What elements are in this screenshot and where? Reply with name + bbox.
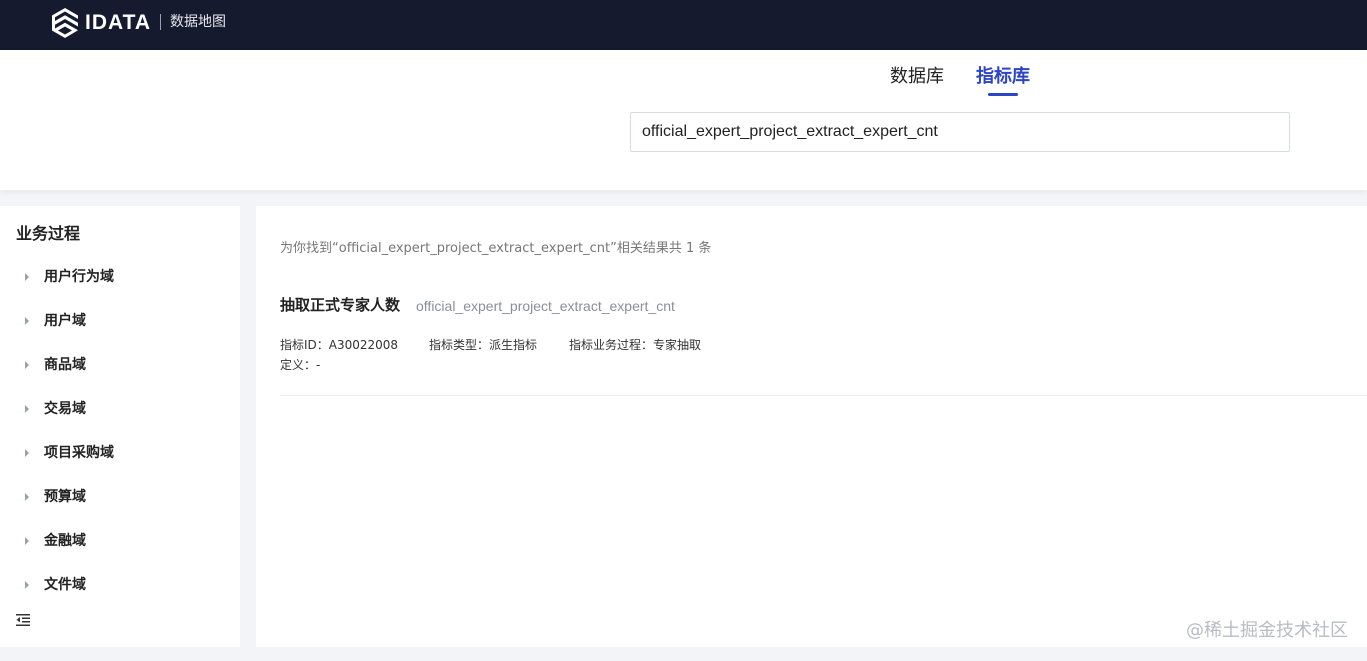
sidebar-item-label: 用户行为域 [44, 269, 114, 285]
caret-right-icon [25, 537, 29, 545]
sidebar-item-label: 商品域 [44, 357, 86, 373]
metric-type: 指标类型：派生指标 [429, 338, 538, 352]
sidebar-title: 业务过程 [16, 224, 81, 243]
sidebar-item-user[interactable]: 用户域 [0, 306, 240, 336]
brand-name: IDATA [85, 11, 152, 34]
sidebar-item-procurement[interactable]: 项目采购域 [0, 438, 240, 468]
search-header: 数据库 指标库 [0, 50, 1367, 190]
menu-fold-icon[interactable] [16, 613, 32, 627]
sidebar-item-trade[interactable]: 交易域 [0, 394, 240, 424]
sidebar-item-file[interactable]: 文件域 [0, 570, 240, 600]
result-title-link[interactable]: 抽取正式专家人数 [280, 295, 400, 315]
tab-database[interactable]: 数据库 [890, 66, 944, 88]
top-navigation-bar: IDATA 数据地图 [0, 0, 1367, 50]
sidebar-item-label: 文件域 [44, 577, 86, 593]
caret-right-icon [25, 361, 29, 369]
watermark: @稀土掘金技术社区 [1186, 620, 1348, 641]
metric-definition: 定义：- [280, 358, 321, 372]
caret-right-icon [25, 405, 29, 413]
sidebar-item-label: 项目采购域 [44, 445, 114, 461]
active-tab-indicator [988, 93, 1018, 96]
metric-business-process: 指标业务过程：专家抽取 [569, 338, 702, 352]
sidebar-item-user-behavior[interactable]: 用户行为域 [0, 262, 240, 292]
idata-logo-icon[interactable] [50, 7, 80, 39]
sidebar-item-product[interactable]: 商品域 [0, 350, 240, 380]
caret-right-icon [25, 493, 29, 501]
caret-right-icon [25, 273, 29, 281]
results-panel: 为你找到“official_expert_project_extract_exp… [256, 206, 1367, 647]
tab-metric-library[interactable]: 指标库 [976, 66, 1030, 88]
business-process-sidebar: 业务过程 用户行为域 用户域 商品域 交易域 项目采购域 预算域 金融域 文件域 [0, 206, 240, 647]
sidebar-item-label: 用户域 [44, 313, 86, 329]
sidebar-item-finance[interactable]: 金融域 [0, 526, 240, 556]
sidebar-item-budget[interactable]: 预算域 [0, 482, 240, 512]
search-input[interactable] [630, 112, 1290, 152]
caret-right-icon [25, 317, 29, 325]
app-subtitle: 数据地图 [170, 14, 226, 30]
result-divider [280, 395, 1367, 396]
brand-divider [160, 14, 161, 30]
result-summary: 为你找到“official_expert_project_extract_exp… [280, 241, 712, 256]
sidebar-item-label: 金融域 [44, 533, 86, 549]
metric-id: 指标ID：A30022008 [280, 338, 399, 352]
sidebar-item-label: 交易域 [44, 401, 86, 417]
sidebar-item-label: 预算域 [44, 489, 86, 505]
caret-right-icon [25, 449, 29, 457]
result-code: official_expert_project_extract_expert_c… [416, 298, 675, 314]
caret-right-icon [25, 581, 29, 589]
